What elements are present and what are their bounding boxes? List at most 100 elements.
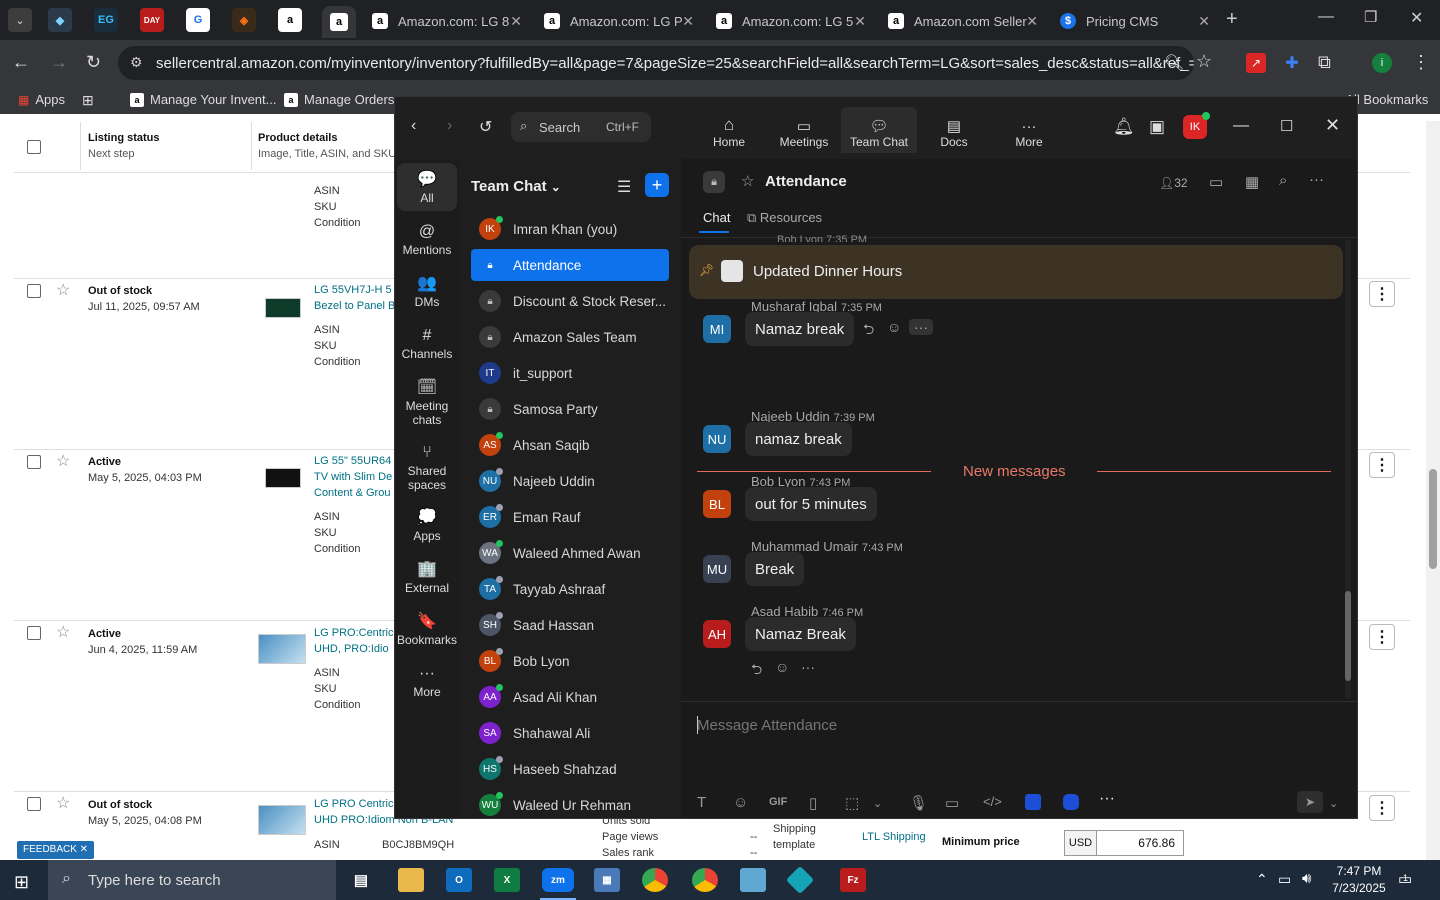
rail-item-shared-spaces[interactable]: ⑂ Shared spaces <box>397 436 457 496</box>
tab-4[interactable]: a Amazon.com Seller ✕ <box>878 6 1046 36</box>
channel-item[interactable]: SH Saad Hassan <box>471 609 669 641</box>
calendar-icon[interactable]: ▦ <box>1245 173 1259 191</box>
window-close-icon[interactable]: ✕ <box>1410 8 1423 28</box>
channel-item[interactable]: AA Asad Ali Khan <box>471 681 669 713</box>
back-icon[interactable]: ← <box>12 52 30 73</box>
row-checkbox[interactable] <box>27 284 41 298</box>
app-blue-2-icon[interactable] <box>1063 794 1079 810</box>
feedback-button[interactable]: FEEDBACK ✕ <box>17 841 95 859</box>
message-input[interactable] <box>697 712 1297 738</box>
channel-item[interactable]: 🔒︎ Attendance <box>471 249 669 281</box>
app-diamond-icon[interactable] <box>785 865 815 895</box>
bookmark-apps[interactable]: ▦ Apps <box>18 92 65 107</box>
pinned-message-banner[interactable]: 📌︎ Updated Dinner Hours <box>689 245 1343 299</box>
task-view-icon[interactable]: ▤ <box>348 868 374 892</box>
filter-icon[interactable]: ☰ <box>617 177 631 197</box>
minimize-icon[interactable]: — <box>1318 8 1334 26</box>
pinned-tab-4[interactable]: G <box>186 8 210 32</box>
history-icon[interactable]: ↺ <box>479 117 492 137</box>
tab-3[interactable]: a Amazon.com: LG 5 ✕ <box>706 6 874 36</box>
channel-item[interactable]: HS Haseeb Shahzad <box>471 753 669 785</box>
reply-icon[interactable]: ⮌ <box>863 319 874 343</box>
product-thumbnail[interactable] <box>258 805 306 835</box>
reload-icon[interactable]: ↻ <box>86 52 101 73</box>
network-icon[interactable]: ▭ <box>1278 871 1291 888</box>
chevron-down-icon[interactable]: ⌄ <box>873 797 882 810</box>
sender-avatar[interactable]: MI <box>703 315 731 343</box>
rail-item-dms[interactable]: 👥 DMs <box>397 267 457 315</box>
send-options-chevron-icon[interactable]: ⌄ <box>1329 797 1338 810</box>
pinned-tab-amazon-active[interactable]: a <box>322 6 356 38</box>
tab-5[interactable]: $ Pricing CMS ✕ <box>1050 6 1218 36</box>
channel-item[interactable]: TA Tayyab Ashraaf <box>471 573 669 605</box>
back-arrow-icon[interactable]: ‹ <box>411 117 416 135</box>
close-icon[interactable]: ✕ <box>854 13 866 30</box>
pinned-tab-5[interactable]: ◈ <box>232 8 256 32</box>
user-avatar[interactable]: IK <box>1183 112 1210 139</box>
channel-item[interactable]: 🔒︎ Discount & Stock Reser... <box>471 285 669 317</box>
forward-arrow-icon[interactable]: › <box>447 117 452 135</box>
maximize-icon[interactable]: ☐ <box>1280 117 1293 135</box>
channel-item[interactable]: IK Imran Khan (you) <box>471 213 669 245</box>
rail-item-apps[interactable]: 💭 Apps <box>397 501 457 549</box>
product-title-line2[interactable]: UHD, PRO:Idio <box>314 641 389 657</box>
profile-avatar[interactable]: i <box>1372 53 1392 73</box>
volume-icon[interactable]: 🔊︎ <box>1302 870 1311 887</box>
close-icon[interactable]: ✕ <box>682 13 694 30</box>
tab-2[interactable]: a Amazon.com: LG P ✕ <box>534 6 702 36</box>
rail-item-mentions[interactable]: @ Mentions <box>397 215 457 263</box>
scrollbar-thumb[interactable] <box>1429 469 1437 569</box>
product-title[interactable]: LG PRO:Centric <box>314 625 393 641</box>
new-tab-icon[interactable]: + <box>1226 8 1238 31</box>
favorite-star-icon[interactable]: ☆ <box>56 622 70 642</box>
channel-item[interactable]: AS Ahsan Saqib <box>471 429 669 461</box>
message-bubble[interactable]: out for 5 minutes <box>745 487 877 521</box>
product-thumbnail[interactable] <box>265 468 301 488</box>
select-all-checkbox[interactable] <box>27 140 41 154</box>
extensions-puzzle-icon[interactable]: ⧉ <box>1318 52 1331 73</box>
zoom-search[interactable]: ⌕ Search Ctrl+F <box>511 112 651 142</box>
file-icon[interactable]: ▯ <box>809 794 817 812</box>
gif-icon[interactable]: GIF <box>769 796 787 808</box>
sender-avatar[interactable]: NU <box>703 425 731 453</box>
minimum-price-input[interactable]: USD 676.86 <box>1064 830 1184 856</box>
app-icon[interactable] <box>740 868 766 892</box>
calculator-icon[interactable]: ▦ <box>594 868 620 892</box>
file-explorer-icon[interactable] <box>398 868 424 892</box>
pinned-tab-2[interactable]: EG <box>94 8 118 32</box>
screenshot-icon[interactable]: ⬚ <box>845 794 859 812</box>
channel-item[interactable]: ER Eman Rauf <box>471 501 669 533</box>
nav-meetings[interactable]: ▭ Meetings <box>766 107 842 153</box>
channel-item[interactable]: NU Najeeb Uddin <box>471 465 669 497</box>
member-count[interactable]: 👤︎32 <box>1159 176 1188 190</box>
zoom-lens-icon[interactable]: 🔍︎ <box>1164 53 1184 73</box>
restore-icon[interactable]: ❐ <box>1364 8 1377 26</box>
chrome-profile-icon[interactable] <box>692 868 718 892</box>
product-title-line2[interactable]: TV with Slim De <box>314 469 392 485</box>
chat-scrollbar[interactable] <box>1345 239 1351 699</box>
product-title[interactable]: LG 55" 55UR64 <box>314 453 391 469</box>
channel-item[interactable]: WA Waleed Ahmed Awan <box>471 537 669 569</box>
product-title-line3[interactable]: Content & Grou <box>314 485 390 501</box>
rail-item-bookmarks[interactable]: 🔖 Bookmarks <box>397 605 457 653</box>
row-actions-menu[interactable]: ⋮ <box>1369 624 1395 650</box>
product-thumbnail[interactable] <box>265 298 301 318</box>
pinned-tab-amazon-1[interactable]: a <box>278 8 302 32</box>
sender-avatar[interactable]: AH <box>703 620 731 648</box>
send-icon[interactable]: ➤ <box>1297 791 1323 813</box>
row-checkbox[interactable] <box>27 797 41 811</box>
tab-1[interactable]: a Amazon.com: LG 8 ✕ <box>362 6 530 36</box>
format-text-icon[interactable]: T <box>697 794 706 811</box>
more-icon[interactable]: ··· <box>801 659 815 675</box>
notification-bell-icon[interactable]: 🔔︎ <box>1113 117 1135 137</box>
video-message-icon[interactable]: ▭ <box>945 794 959 812</box>
code-snippet-icon[interactable]: </> <box>983 794 1002 809</box>
minimize-icon[interactable]: — <box>1233 117 1249 135</box>
message-bubble[interactable]: namaz break <box>745 422 852 456</box>
sender-avatar[interactable]: BL <box>703 490 731 518</box>
rail-item-external[interactable]: 🏢 External <box>397 553 457 601</box>
channel-item[interactable]: 🔒︎ Samosa Party <box>471 393 669 425</box>
row-checkbox[interactable] <box>27 626 41 640</box>
favorite-star-icon[interactable]: ☆ <box>56 280 70 300</box>
product-title[interactable]: LG 55VH7J-H 5 <box>314 282 392 298</box>
